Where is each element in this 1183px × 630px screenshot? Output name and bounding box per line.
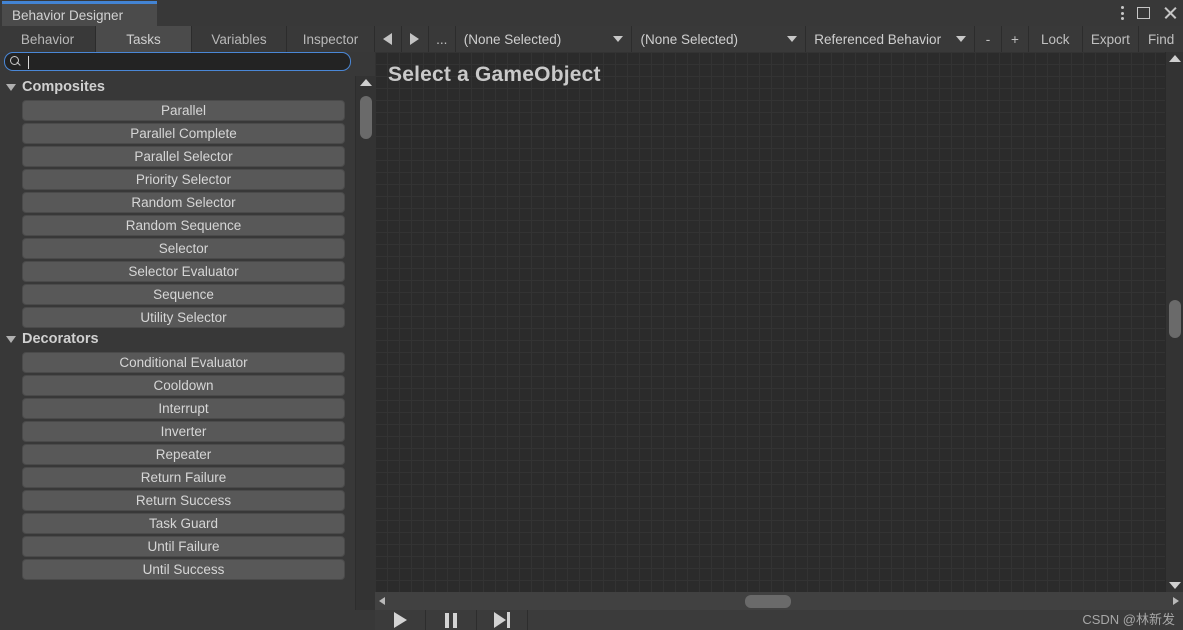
- window-tab-behavior-designer[interactable]: Behavior Designer: [2, 1, 157, 26]
- task-item[interactable]: Sequence: [22, 284, 345, 305]
- kebab-menu-icon[interactable]: [1120, 5, 1124, 21]
- sidebar-scroll-thumb[interactable]: [360, 96, 372, 139]
- find-label: Find: [1147, 31, 1175, 47]
- nav-more-label: ...: [436, 31, 448, 47]
- tab-behavior[interactable]: Behavior: [0, 26, 96, 52]
- zoom-out-label: -: [985, 31, 991, 47]
- triangle-up-icon: [1168, 55, 1181, 62]
- tab-variables-label: Variables: [211, 31, 267, 47]
- task-item[interactable]: Inverter: [22, 421, 345, 442]
- triangle-down-icon: [1169, 582, 1181, 589]
- tasks-sidebar: Composites Parallel Parallel Complete Paral…: [0, 52, 375, 630]
- tab-inspector-label: Inspector: [302, 31, 359, 47]
- export-label: Export: [1090, 31, 1130, 47]
- lock-button[interactable]: Lock: [1028, 26, 1083, 52]
- find-button[interactable]: Find: [1139, 26, 1183, 52]
- referenced-behavior-dropdown[interactable]: Referenced Behavior: [806, 26, 976, 52]
- task-category-header-decorators[interactable]: Decorators: [0, 328, 354, 350]
- graph-toolbar: ... (None Selected) (None Selected) Refe…: [375, 26, 1183, 52]
- window-controls: [1120, 0, 1177, 26]
- canvas-empty-message: Select a GameObject: [388, 63, 601, 86]
- canvas-horizontal-scrollbar[interactable]: [375, 592, 1183, 610]
- close-icon[interactable]: [1163, 6, 1177, 20]
- tab-tasks-label: Tasks: [126, 31, 161, 47]
- referenced-behavior-dropdown-value: Referenced Behavior: [814, 31, 942, 47]
- sidebar-bottom-filler: [0, 610, 375, 630]
- gameobject-dropdown-value: (None Selected): [463, 31, 562, 47]
- play-icon: [393, 612, 407, 628]
- behavior-designer-window: Behavior Designer Behavior Tasks Variabl…: [0, 0, 1183, 630]
- playback-toolbar: [375, 610, 1183, 630]
- triangle-right-icon: [410, 33, 420, 45]
- zoom-in-button[interactable]: +: [1001, 26, 1029, 52]
- behavior-dropdown[interactable]: (None Selected): [632, 26, 807, 52]
- task-category-label: Composites: [22, 79, 105, 95]
- task-category-list[interactable]: Composites Parallel Parallel Complete Paral…: [0, 76, 354, 630]
- chevron-down-icon: [613, 36, 624, 42]
- tab-tasks[interactable]: Tasks: [96, 26, 192, 52]
- step-forward-button[interactable]: [477, 610, 528, 630]
- tab-variables[interactable]: Variables: [192, 26, 287, 52]
- text-cursor: [28, 56, 29, 69]
- task-item[interactable]: Parallel Complete: [22, 123, 345, 144]
- triangle-left-icon: [383, 33, 393, 45]
- task-item[interactable]: Cooldown: [22, 375, 345, 396]
- triangle-up-icon: [359, 79, 372, 86]
- tab-inspector[interactable]: Inspector: [287, 26, 375, 52]
- search-field[interactable]: [4, 52, 351, 71]
- gameobject-dropdown[interactable]: (None Selected): [456, 26, 633, 52]
- triangle-right-icon[interactable]: [1173, 597, 1179, 605]
- behavior-tree-canvas[interactable]: Select a GameObject: [375, 52, 1165, 592]
- tab-behavior-label: Behavior: [20, 31, 75, 47]
- pause-icon: [445, 612, 457, 628]
- triangle-down-icon: [6, 335, 16, 343]
- export-button[interactable]: Export: [1082, 26, 1140, 52]
- task-item[interactable]: Return Failure: [22, 467, 345, 488]
- step-forward-icon: [494, 612, 510, 628]
- behavior-dropdown-value: (None Selected): [640, 31, 739, 47]
- canvas-horizontal-scroll-thumb[interactable]: [745, 595, 791, 608]
- triangle-down-icon: [6, 83, 16, 91]
- task-item[interactable]: Priority Selector: [22, 169, 345, 190]
- task-item[interactable]: Parallel Selector: [22, 146, 345, 167]
- canvas-scroll-up-button[interactable]: [1166, 52, 1183, 62]
- lock-label: Lock: [1040, 31, 1070, 47]
- nav-forward-button[interactable]: [401, 26, 429, 52]
- task-item[interactable]: Conditional Evaluator: [22, 352, 345, 373]
- task-item[interactable]: Until Success: [22, 559, 345, 580]
- task-category-label: Decorators: [22, 331, 99, 347]
- task-item[interactable]: Return Success: [22, 490, 345, 511]
- task-item[interactable]: Task Guard: [22, 513, 345, 534]
- play-button[interactable]: [375, 610, 426, 630]
- nav-back-button[interactable]: [375, 26, 402, 52]
- task-item[interactable]: Repeater: [22, 444, 345, 465]
- window-titlebar: Behavior Designer: [0, 0, 1183, 26]
- canvas-vertical-scrollbar[interactable]: [1165, 52, 1183, 592]
- watermark: CSDN @林新发: [1082, 612, 1175, 627]
- task-item[interactable]: Until Failure: [22, 536, 345, 557]
- window-tab-label: Behavior Designer: [12, 7, 124, 23]
- task-item[interactable]: Random Selector: [22, 192, 345, 213]
- search-icon: [10, 56, 21, 67]
- canvas-vertical-scroll-thumb[interactable]: [1169, 300, 1181, 338]
- sidebar-scroll-up-button[interactable]: [356, 76, 375, 86]
- pause-button[interactable]: [426, 610, 477, 630]
- task-item[interactable]: Selector: [22, 238, 345, 259]
- task-item[interactable]: Selector Evaluator: [22, 261, 345, 282]
- task-item[interactable]: Interrupt: [22, 398, 345, 419]
- maximize-icon[interactable]: [1137, 7, 1150, 19]
- triangle-left-icon[interactable]: [379, 597, 385, 605]
- task-item[interactable]: Utility Selector: [22, 307, 345, 328]
- zoom-out-button[interactable]: -: [975, 26, 1002, 52]
- task-item[interactable]: Random Sequence: [22, 215, 345, 236]
- chevron-down-icon: [787, 36, 798, 42]
- zoom-in-label: +: [1010, 31, 1019, 47]
- search-input[interactable]: [21, 53, 350, 70]
- canvas-scroll-down-button[interactable]: [1166, 582, 1183, 589]
- task-category-header-composites[interactable]: Composites: [0, 76, 354, 98]
- sidebar-scrollbar[interactable]: [355, 76, 375, 630]
- chevron-down-icon: [956, 36, 967, 42]
- task-item[interactable]: Parallel: [22, 100, 345, 121]
- nav-more-button[interactable]: ...: [428, 26, 456, 52]
